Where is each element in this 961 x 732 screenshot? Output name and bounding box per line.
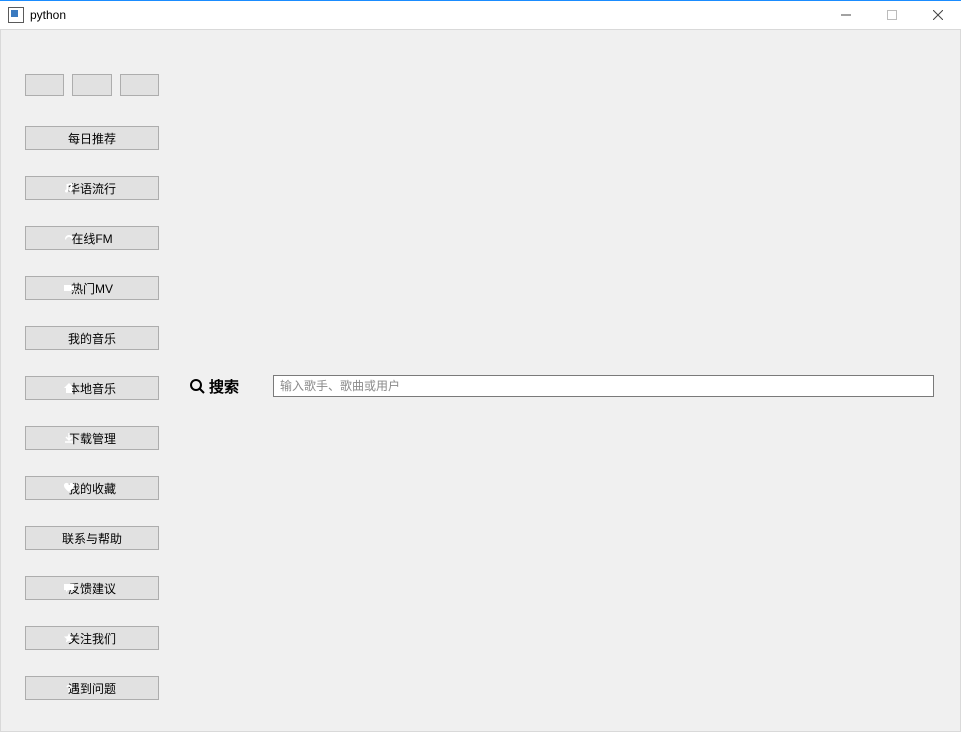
nav-label: 遇到问题 [26,680,158,697]
search-input[interactable] [273,375,934,397]
nav-hot-mv[interactable]: 热门MV [25,276,159,300]
search-row: 搜索 [189,374,934,398]
nav-problems[interactable]: ? 遇到问题 [25,676,159,700]
nav-label: 在线FM [26,230,158,247]
nav-label: 每日推荐 [26,130,158,147]
search-icon [189,378,205,394]
nav-follow-us[interactable]: 关注我们 [25,626,159,650]
top-button-2[interactable] [72,74,111,96]
nav-label: 关注我们 [26,630,158,647]
app-icon [8,7,24,23]
nav-download-manager[interactable]: 下载管理 [25,426,159,450]
nav-label: 联系与帮助 [26,530,158,547]
music-note-icon [62,181,76,195]
nav-label: 下载管理 [26,430,158,447]
video-icon [62,281,76,295]
minimize-button[interactable] [823,1,869,30]
nav-feedback[interactable]: 反馈建议 [25,576,159,600]
nav-label: 本地音乐 [26,380,158,397]
top-button-1[interactable] [25,74,64,96]
home-icon [62,381,76,395]
sidebar: 每日推荐 华语流行 在线FM 热门MV 我的音乐 [25,74,159,726]
top-button-row [25,74,159,96]
svg-text:?: ? [66,684,72,694]
download-icon [62,431,76,445]
nav-contact-help[interactable]: 联系与帮助 [25,526,159,550]
star-icon [62,631,76,645]
nav-label: 华语流行 [26,180,158,197]
nav-label: 我的音乐 [26,330,158,347]
nav-my-music[interactable]: 我的音乐 [25,326,159,350]
nav-label: 我的收藏 [26,480,158,497]
nav-label: 反馈建议 [26,580,158,597]
client-area: 每日推荐 华语流行 在线FM 热门MV 我的音乐 [0,30,961,732]
nav-online-fm[interactable]: 在线FM [25,226,159,250]
nav-my-favorites[interactable]: 我的收藏 [25,476,159,500]
window-title: python [30,8,66,22]
top-button-3[interactable] [120,74,159,96]
chat-icon [62,581,76,595]
nav-daily-recommend[interactable]: 每日推荐 [25,126,159,150]
radio-icon [62,231,76,245]
nav-label: 热门MV [26,280,158,297]
heart-icon [62,481,76,495]
question-icon: ? [62,681,76,695]
maximize-button[interactable] [869,1,915,30]
search-label: 搜索 [209,376,239,397]
window-titlebar: python [0,0,961,30]
close-button[interactable] [915,1,961,30]
nav-local-music[interactable]: 本地音乐 [25,376,159,400]
search-label-group: 搜索 [189,376,239,397]
nav-chinese-pop[interactable]: 华语流行 [25,176,159,200]
